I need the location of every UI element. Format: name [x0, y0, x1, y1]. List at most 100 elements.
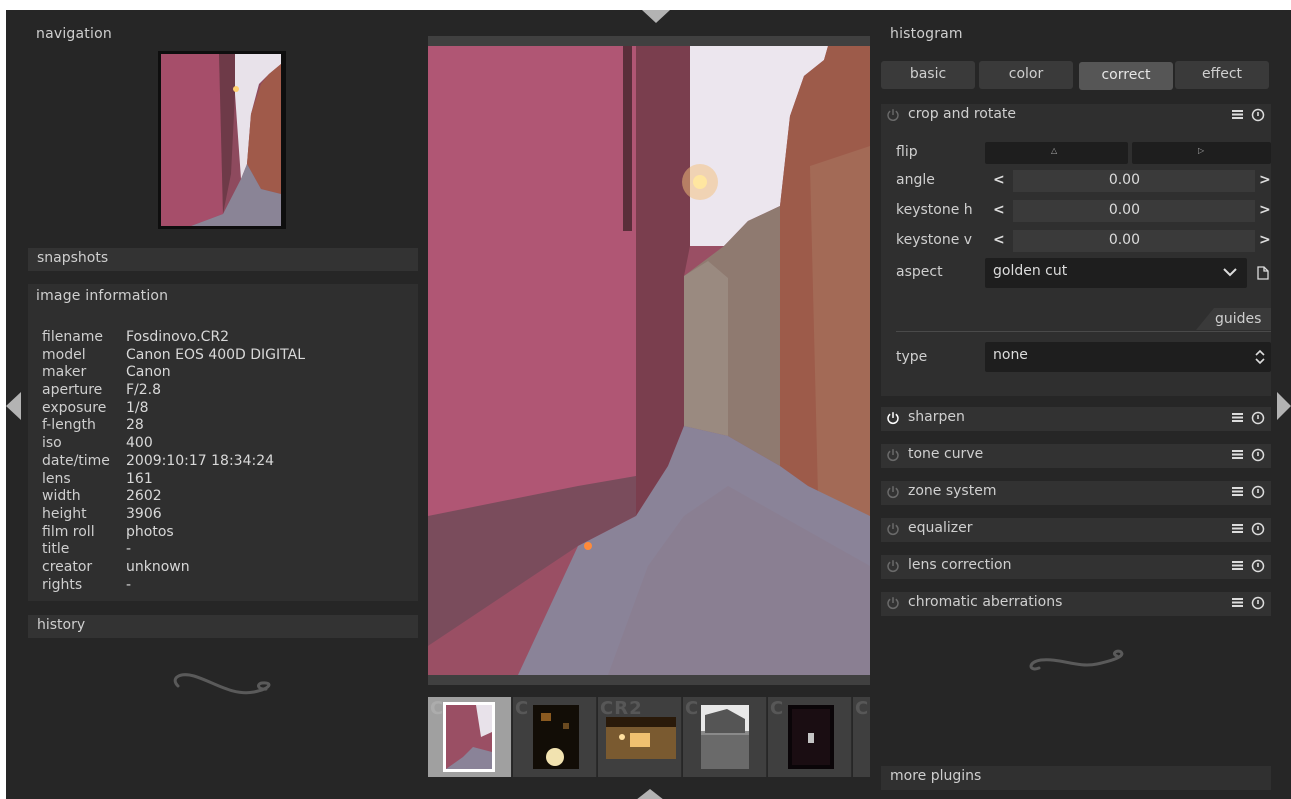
- presets-menu-icon[interactable]: [1232, 595, 1243, 609]
- power-icon[interactable]: [886, 448, 900, 462]
- collapse-top-panel-arrow-icon[interactable]: [642, 10, 670, 23]
- power-icon[interactable]: [886, 485, 900, 499]
- crop-reset-icon[interactable]: [1251, 108, 1265, 122]
- guides-label[interactable]: guides: [1215, 311, 1261, 327]
- power-icon[interactable]: [886, 559, 900, 573]
- tab-basic[interactable]: basic: [881, 61, 975, 89]
- info-value: -: [126, 541, 132, 558]
- aspect-swap-orientation-icon[interactable]: [1257, 266, 1269, 280]
- thumbnail-extension-label: CR2: [600, 698, 643, 719]
- presets-menu-icon[interactable]: [1232, 484, 1243, 498]
- keystone-v-decrease-icon[interactable]: <: [993, 232, 1005, 248]
- filmstrip-thumbnail[interactable]: C: [683, 697, 767, 777]
- reset-icon[interactable]: [1251, 448, 1265, 462]
- image-information-panel: image information filename Fosdinovo.CR2 m…: [28, 284, 418, 601]
- presets-menu-icon[interactable]: [1232, 558, 1243, 572]
- keystone-h-decrease-icon[interactable]: <: [993, 202, 1005, 218]
- collapse-right-panel-arrow-icon[interactable]: [1277, 392, 1291, 420]
- snapshots-header[interactable]: snapshots: [28, 248, 418, 271]
- thumbnail-extension-label: C: [685, 698, 700, 719]
- reset-icon[interactable]: [1251, 596, 1265, 610]
- info-row: model Canon EOS 400D DIGITAL: [42, 347, 305, 365]
- power-icon[interactable]: [886, 596, 900, 610]
- module-header-equalizer[interactable]: equalizer: [881, 518, 1271, 542]
- info-row: creator unknown: [42, 559, 305, 577]
- info-value: 2602: [126, 488, 162, 505]
- filmstrip-thumbnail[interactable]: C: [513, 697, 597, 777]
- info-key: title: [42, 541, 70, 558]
- chevron-down-icon: [1223, 268, 1237, 277]
- keystone-h-label: keystone h: [896, 202, 973, 218]
- info-value: 161: [126, 470, 153, 487]
- info-value: Canon: [126, 364, 171, 381]
- filmstrip-thumbnail[interactable]: C: [428, 697, 512, 777]
- info-row: film roll photos: [42, 524, 305, 542]
- module-header-zone-system[interactable]: zone system: [881, 481, 1271, 505]
- filmstrip: C C CR2 C C C: [428, 697, 870, 777]
- collapse-bottom-panel-arrow-icon[interactable]: [636, 789, 664, 799]
- navigation-title: navigation: [36, 26, 112, 42]
- info-row: maker Canon: [42, 364, 305, 382]
- filmstrip-thumbnail[interactable]: C: [853, 697, 870, 777]
- module-header-tone-curve[interactable]: tone curve: [881, 444, 1271, 468]
- history-header[interactable]: history: [28, 615, 418, 638]
- flip-horizontal-button[interactable]: △: [985, 142, 1128, 164]
- presets-menu-icon[interactable]: [1232, 410, 1243, 424]
- crop-presets-menu-icon[interactable]: [1232, 107, 1243, 121]
- snapshots-title: snapshots: [37, 250, 109, 266]
- info-value: 1/8: [126, 399, 149, 416]
- keystone-h-increase-icon[interactable]: >: [1259, 202, 1271, 218]
- info-row: filename Fosdinovo.CR2: [42, 329, 305, 347]
- aspect-dropdown[interactable]: golden cut: [985, 258, 1247, 288]
- history-title: history: [37, 617, 86, 633]
- tab-effect[interactable]: effect: [1175, 61, 1269, 89]
- collapse-left-panel-arrow-icon[interactable]: [6, 392, 21, 420]
- info-row: title -: [42, 541, 305, 559]
- module-header-sharpen[interactable]: sharpen: [881, 407, 1271, 431]
- module-header-chromatic-aberrations[interactable]: chromatic aberrations: [881, 592, 1271, 616]
- reset-icon[interactable]: [1251, 411, 1265, 425]
- reset-icon[interactable]: [1251, 559, 1265, 573]
- info-row: date/time 2009:10:17 18:34:24: [42, 453, 305, 471]
- crop-and-rotate-header[interactable]: crop and rotate: [881, 104, 1271, 128]
- angle-value: 0.00: [1108, 172, 1140, 188]
- info-key: f-length: [42, 417, 96, 434]
- angle-slider[interactable]: 0.00: [1013, 170, 1255, 192]
- tab-correct[interactable]: correct: [1079, 62, 1173, 90]
- module-name: equalizer: [908, 520, 973, 536]
- info-value: photos: [126, 523, 174, 540]
- reset-icon[interactable]: [1251, 485, 1265, 499]
- flip-label: flip: [896, 144, 918, 160]
- center-bottom-bar: [428, 675, 870, 685]
- power-icon[interactable]: [886, 522, 900, 536]
- info-key: maker: [42, 364, 87, 381]
- guides-divider: [896, 331, 1271, 332]
- modules-ornament-icon: [1029, 649, 1124, 671]
- more-plugins-header[interactable]: more plugins: [881, 766, 1271, 790]
- keystone-v-increase-icon[interactable]: >: [1259, 232, 1271, 248]
- keystone-v-slider[interactable]: 0.00: [1013, 230, 1255, 252]
- filmstrip-thumbnail[interactable]: C: [768, 697, 852, 777]
- reset-icon[interactable]: [1251, 522, 1265, 536]
- info-key: iso: [42, 435, 62, 452]
- navigation-thumbnail[interactable]: [158, 51, 286, 229]
- keystone-h-slider[interactable]: 0.00: [1013, 200, 1255, 222]
- main-image-view[interactable]: [428, 46, 870, 675]
- presets-menu-icon[interactable]: [1232, 521, 1243, 535]
- alley-photo: [428, 46, 870, 675]
- angle-decrease-icon[interactable]: <: [993, 172, 1005, 188]
- guides-type-dropdown[interactable]: none: [985, 342, 1271, 372]
- crop-power-icon[interactable]: [886, 108, 900, 122]
- darktable-window: navigation snapshots image information f…: [6, 10, 1291, 799]
- tab-color[interactable]: color: [979, 61, 1073, 89]
- flip-vertical-button[interactable]: ▷: [1132, 142, 1271, 164]
- info-value: 2009:10:17 18:34:24: [126, 452, 275, 469]
- presets-menu-icon[interactable]: [1232, 447, 1243, 461]
- angle-increase-icon[interactable]: >: [1259, 172, 1271, 188]
- info-row: rights -: [42, 577, 305, 595]
- filmstrip-thumbnail[interactable]: CR2: [598, 697, 682, 777]
- module-header-lens-correction[interactable]: lens correction: [881, 555, 1271, 579]
- info-row: height 3906: [42, 506, 305, 524]
- info-row: f-length 28: [42, 417, 305, 435]
- power-icon[interactable]: [886, 411, 900, 425]
